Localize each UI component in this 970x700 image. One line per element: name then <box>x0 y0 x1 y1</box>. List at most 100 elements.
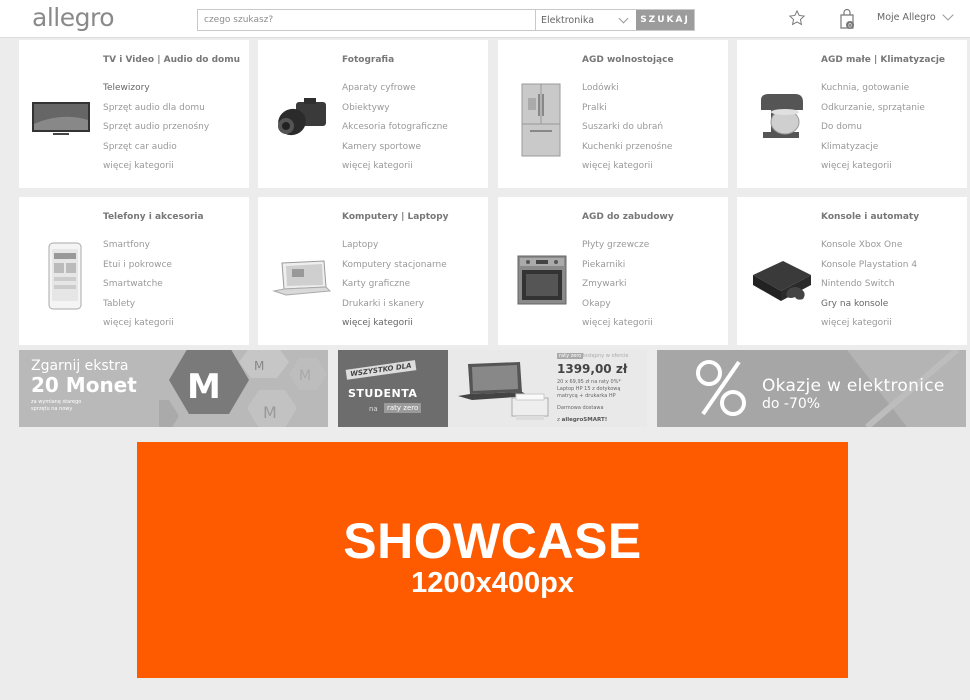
category-link[interactable]: Etui i pokrowce <box>103 259 174 279</box>
fridge-icon <box>521 83 561 157</box>
showcase-title: SHOWCASE <box>343 513 642 569</box>
category-link[interactable]: Obiektywy <box>342 102 448 122</box>
student-headline: STUDENTA <box>348 387 418 400</box>
category-title[interactable]: Konsole i automaty <box>821 212 919 222</box>
more-categories-link[interactable]: więcej kategorii <box>821 160 925 180</box>
camera-icon <box>278 98 326 136</box>
more-categories-link[interactable]: więcej kategorii <box>821 317 917 337</box>
category-link[interactable]: Piekarniki <box>582 259 653 279</box>
search-input[interactable] <box>198 10 535 30</box>
more-categories-link[interactable]: więcej kategorii <box>103 160 209 180</box>
coins-promo-banner[interactable]: M M M M Zgarnij ekstra 20 Monet za wymia… <box>19 350 328 427</box>
category-card-phones: Telefony i akcesoria Smartfony Etui i po… <box>19 197 249 345</box>
search-category-label: Elektronika <box>541 14 595 26</box>
category-link[interactable]: Kuchenki przenośne <box>582 141 672 161</box>
category-link[interactable]: Odkurzanie, sprzątanie <box>821 102 925 122</box>
category-link[interactable]: Do domu <box>821 121 925 141</box>
coins-line2: 20 Monet <box>31 373 137 397</box>
smart-line: z allegroSMART! <box>557 417 607 423</box>
category-link[interactable]: Laptopy <box>342 239 447 259</box>
chevron-down-icon <box>618 13 629 23</box>
category-links: Telewizory Sprzęt audio dla domu Sprzęt … <box>103 82 209 180</box>
product-price: 1399,00 zł <box>557 362 628 376</box>
star-icon[interactable] <box>788 9 806 27</box>
allegro-logo[interactable]: allegro <box>32 3 115 32</box>
top-header: allegro Elektronika SZUKAJ 0 Moje Allegr… <box>0 0 970 38</box>
category-link[interactable]: Sprzęt audio przenośny <box>103 121 209 141</box>
more-categories-link[interactable]: więcej kategorii <box>342 160 448 180</box>
oven-icon <box>517 255 567 305</box>
laptop-printer-graphic <box>458 362 549 420</box>
smart-prefix: z <box>557 417 560 423</box>
coins-graphic: M M M M <box>159 350 327 427</box>
category-link[interactable]: Płyty grzewcze <box>582 239 653 259</box>
category-link[interactable]: Smartfony <box>103 239 174 259</box>
category-link[interactable]: Pralki <box>582 102 672 122</box>
category-title[interactable]: TV i Video | Audio do domu <box>103 55 240 65</box>
category-link[interactable]: Sprzęt car audio <box>103 141 209 161</box>
category-title[interactable]: AGD wolnostojące <box>582 55 674 65</box>
category-title[interactable]: AGD małe | Klimatyzacje <box>821 55 945 65</box>
category-link[interactable]: Sprzęt audio dla domu <box>103 102 209 122</box>
category-links: Aparaty cyfrowe Obiektywy Akcesoria foto… <box>342 82 448 180</box>
category-links: Smartfony Etui i pokrowce Smartwatche Ta… <box>103 239 174 337</box>
category-card-small-appliances: AGD małe | Klimatyzacje Kuchnia, gotowan… <box>737 40 967 188</box>
free-delivery: Darmowa dostawa <box>557 405 604 411</box>
deals-promo-banner[interactable]: Okazje w elektronice do -70% <box>657 350 966 427</box>
category-link[interactable]: Lodówki <box>582 82 672 102</box>
category-link[interactable]: Akcesoria fotograficzne <box>342 121 448 141</box>
coins-small: za wymianę starego sprzętu na nowy <box>31 399 82 412</box>
category-links: Płyty grzewcze Piekarniki Zmywarki Okapy… <box>582 239 653 337</box>
category-link[interactable]: Kamery sportowe <box>342 141 448 161</box>
user-menu-label: Moje Allegro <box>877 12 936 23</box>
category-link[interactable]: Drukarki i skanery <box>342 298 447 318</box>
category-card-computers: Komputery | Laptopy Laptopy Komputery st… <box>258 197 488 345</box>
deals-line1: Okazje w elektronice <box>762 376 945 396</box>
student-promo-banner[interactable]: WSZYSTKO DLA STUDENTA na raty zero raty … <box>338 350 647 427</box>
category-link[interactable]: Kuchnia, gotowanie <box>821 82 925 102</box>
category-link[interactable]: Klimatyzacje <box>821 141 925 161</box>
category-link[interactable]: Aparaty cyfrowe <box>342 82 448 102</box>
category-link[interactable]: Zmywarki <box>582 278 653 298</box>
category-link[interactable]: Tablety <box>103 298 174 318</box>
user-menu[interactable]: Moje Allegro <box>877 9 954 23</box>
showcase-placeholder[interactable]: SHOWCASE 1200x400px <box>137 442 848 678</box>
category-links: Kuchnia, gotowanie Odkurzanie, sprzątani… <box>821 82 925 180</box>
category-link[interactable]: Konsole Playstation 4 <box>821 259 917 279</box>
category-link[interactable]: Komputery stacjonarne <box>342 259 447 279</box>
category-title[interactable]: Fotografia <box>342 55 394 65</box>
more-categories-link[interactable]: więcej kategorii <box>582 160 672 180</box>
search-button[interactable]: SZUKAJ <box>636 10 694 30</box>
installment-text: 20 x 69,95 zł na raty 0%* <box>557 379 621 385</box>
shopping-bag-icon[interactable]: 0 <box>838 8 856 30</box>
category-title[interactable]: Komputery | Laptopy <box>342 212 449 222</box>
tv-icon <box>32 102 90 135</box>
category-links: Lodówki Pralki Suszarki do ubrań Kuchenk… <box>582 82 672 180</box>
badge-note: dostępny w ofercie <box>581 353 629 359</box>
category-link[interactable]: Konsole Xbox One <box>821 239 917 259</box>
category-title[interactable]: AGD do zabudowy <box>582 212 674 222</box>
category-link[interactable]: Smartwatche <box>103 278 174 298</box>
category-link[interactable]: Telewizory <box>103 82 209 102</box>
product-desc-2: matrycą + drukarka HP <box>557 393 616 399</box>
student-na: na <box>369 405 378 413</box>
more-categories-link[interactable]: więcej kategorii <box>582 317 653 337</box>
coins-line1: Zgarnij ekstra <box>31 358 129 374</box>
more-categories-link[interactable]: więcej kategorii <box>103 317 174 337</box>
category-link[interactable]: Suszarki do ubrań <box>582 121 672 141</box>
chevron-down-icon <box>942 9 954 21</box>
svg-text:M: M <box>254 359 264 373</box>
category-link[interactable]: Okapy <box>582 298 653 318</box>
category-card-built-in: AGD do zabudowy Płyty grzewcze Piekarnik… <box>498 197 728 345</box>
category-title[interactable]: Telefony i akcesoria <box>103 212 204 222</box>
category-card-photo: Fotografia Aparaty cyfrowe Obiektywy Akc… <box>258 40 488 188</box>
more-categories-link[interactable]: więcej kategorii <box>342 317 447 337</box>
phone-icon <box>48 242 82 310</box>
category-link[interactable]: Karty graficzne <box>342 278 447 298</box>
category-card-tv: TV i Video | Audio do domu Telewizory Sp… <box>19 40 249 188</box>
category-link[interactable]: Nintendo Switch <box>821 278 917 298</box>
search-category-select[interactable]: Elektronika <box>535 10 636 30</box>
svg-text:0: 0 <box>848 22 852 29</box>
svg-text:M: M <box>299 368 311 384</box>
category-link[interactable]: Gry na konsole <box>821 298 917 318</box>
